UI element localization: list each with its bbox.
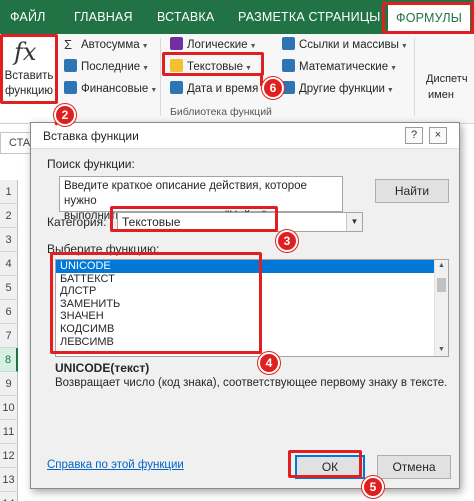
datetime-label: Дата и время [187,83,259,95]
list-scrollbar[interactable]: ▲ ▼ [434,260,448,356]
step-badge-5: 5 [362,476,384,498]
math-label: Математические [299,61,389,73]
row-header[interactable]: 5 [0,276,18,300]
chevron-down-icon: ▼ [386,87,394,94]
help-on-function-link[interactable]: Справка по этой функции [47,459,184,471]
name-manager-label-line2[interactable]: имен [428,86,454,104]
dialog-title-bar[interactable]: Вставка функции ? × [31,123,459,149]
recent-label: Последние [81,61,141,73]
financial-button[interactable]: Финансовые ▼ [64,80,157,98]
find-button[interactable]: Найти [375,179,449,203]
autosum-button[interactable]: Σ Автосумма ▼ [64,36,149,54]
recent-button[interactable]: Последние ▼ [64,58,149,76]
step-badge-3: 3 [276,230,298,252]
step-badge-4: 4 [258,352,280,374]
search-function-label: Поиск функции: [47,157,135,171]
logical-label: Логические [187,39,248,51]
tab-home[interactable]: ГЛАВНАЯ [74,0,133,34]
lookup-button[interactable]: Ссылки и массивы ▼ [282,36,408,54]
datetime-button[interactable]: Дата и время▼ [170,80,267,98]
chevron-down-icon: ▼ [249,43,257,50]
scroll-down-icon[interactable]: ▼ [435,344,448,356]
tab-page-layout[interactable]: РАЗМЕТКА СТРАНИЦЫ [238,0,381,34]
lookup-label: Ссылки и массивы [299,39,399,51]
row-header[interactable]: 1 [0,180,18,204]
chevron-down-icon: ▼ [141,43,149,50]
function-syntax: UNICODE(текст) [55,361,150,375]
ribbon-separator [414,38,415,116]
row-header[interactable]: 9 [0,372,18,396]
function-description: Возвращает число (код знака), соответств… [55,377,448,389]
step-badge-2: 2 [54,104,76,126]
highlight-text-functions [162,52,264,76]
tab-insert[interactable]: ВСТАВКА [157,0,214,34]
autosum-label: Автосумма [81,39,140,51]
math-button[interactable]: Математические ▼ [282,58,397,76]
function-library-label: Библиотека функций [170,106,272,118]
chevron-down-icon: ▼ [390,65,398,72]
chevron-down-icon: ▼ [150,87,158,94]
scrollbar-thumb[interactable] [437,278,446,292]
cancel-button[interactable]: Отмена [377,455,451,479]
step-badge-6: 6 [262,77,284,99]
row-header[interactable]: 14 [0,492,18,501]
tab-file[interactable]: ФАЙЛ [10,0,46,34]
row-header[interactable]: 6 [0,300,18,324]
chevron-down-icon: ▼ [142,65,150,72]
row-header-selected[interactable]: 8 [0,348,18,372]
close-button[interactable]: × [429,127,447,144]
category-label: Категория: [47,215,107,229]
highlight-insert-function [0,34,58,104]
row-header[interactable]: 2 [0,204,18,228]
book-icon [170,37,183,50]
row-header[interactable]: 10 [0,396,18,420]
calendar-icon [170,81,183,94]
ribbon-separator [160,38,161,116]
row-header[interactable]: 13 [0,468,18,492]
row-header[interactable]: 3 [0,228,18,252]
theta-icon [282,59,295,72]
row-header[interactable]: 4 [0,252,18,276]
financial-label: Финансовые [81,83,149,95]
row-header[interactable]: 7 [0,324,18,348]
highlight-function-list [50,252,262,354]
row-header[interactable]: 12 [0,444,18,468]
search-text-line1: Введите краткое описание действия, котор… [64,180,307,207]
chevron-down-icon: ▼ [400,43,408,50]
help-button[interactable]: ? [405,127,423,144]
highlight-category [110,206,278,232]
scroll-up-icon[interactable]: ▲ [435,260,448,272]
book-icon [282,37,295,50]
book-icon [64,81,77,94]
sigma-icon: Σ [64,37,73,52]
chevron-down-icon[interactable]: ▼ [346,213,362,231]
star-icon [64,59,77,72]
name-box[interactable]: СТА [0,132,34,154]
dialog-title: Вставка функции [43,129,139,143]
highlight-formulas-tab [382,2,474,34]
more-functions-label: Другие функции [299,83,385,95]
highlight-ok-button [288,450,362,478]
more-functions-button[interactable]: Другие функции ▼ [282,80,394,98]
row-header[interactable]: 11 [0,420,18,444]
